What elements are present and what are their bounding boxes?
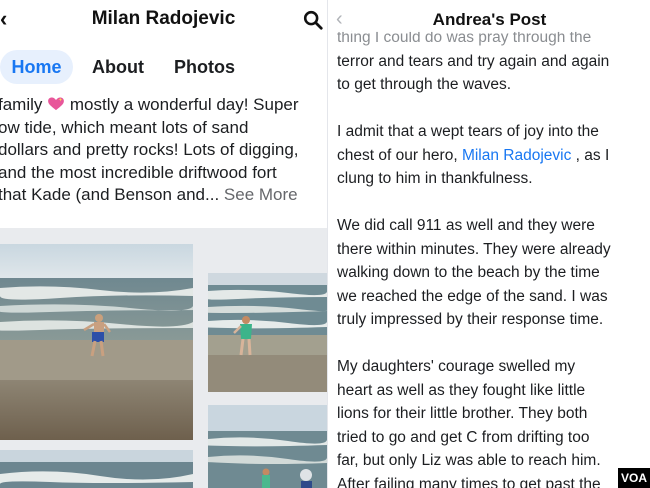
photo-grid <box>0 228 327 488</box>
post-text-line: truly impressed by their response time. <box>337 311 604 328</box>
search-icon[interactable] <box>302 9 324 31</box>
post-text: family mostly a wonderful day! Super ow … <box>0 94 327 207</box>
post-text-line: lions for their little brother. They bot… <box>337 405 588 422</box>
post-text-line: dollars and pretty rocks! Lots of diggin… <box>0 140 299 159</box>
voa-watermark: VOA <box>618 468 650 488</box>
post-text-line: chest of our hero, <box>337 146 462 164</box>
profile-panel: ‹ Milan Radojevic Home About Photos fami… <box>0 0 327 488</box>
post-header: ‹ Andrea's Post <box>328 0 650 32</box>
post-text-line: After failing many times to get past the <box>337 475 601 488</box>
tab-photos[interactable]: Photos <box>174 50 235 84</box>
post-text-line: to get through the waves. <box>337 76 512 93</box>
post-text-line: we reached the edge of the sand. I was <box>337 287 608 305</box>
post-text-line: mostly a wonderful day! Super <box>65 95 299 114</box>
profile-mention-link[interactable]: Milan Radojevic <box>462 147 571 164</box>
sparkling-heart-icon <box>48 97 65 111</box>
post-text-line: My daughters' courage swelled my <box>337 358 576 375</box>
post-text-line: I admit that a wept tears of joy into th… <box>337 123 599 140</box>
post-body: thing I could do was pray through the te… <box>337 26 650 488</box>
profile-header: ‹ Milan Radojevic <box>0 0 327 40</box>
post-text-line: terror and tears and try again and again <box>337 52 610 70</box>
post-text-line: family <box>0 95 43 114</box>
tab-home[interactable]: Home <box>0 50 73 84</box>
post-text-line: that Kade (and Benson and... <box>0 185 220 204</box>
post-text-line: heart as well as they fought like little <box>337 381 586 399</box>
post-text-line: there within minutes. They were already <box>337 240 611 258</box>
see-more-link[interactable]: See More <box>219 185 298 204</box>
post-text-line: We did call 911 as well and they were <box>337 217 595 234</box>
post-title: Andrea's Post <box>432 10 547 29</box>
profile-title: Milan Radojevic <box>91 8 236 29</box>
post-text-line: clung to him in thankfulness. <box>337 170 533 187</box>
post-text-line: ow tide, which meant lots of sand <box>0 117 249 137</box>
post-text-line: walking down to the beach by the time <box>337 264 600 281</box>
beach-photo[interactable] <box>208 273 327 392</box>
post-detail-panel: thing I could do was pray through the te… <box>327 0 650 488</box>
post-text-line: tried to go and get C from drifting too <box>337 428 590 446</box>
post-text-line: and the most incredible driftwood fort <box>0 162 277 182</box>
profile-tabs: Home About Photos <box>0 50 327 86</box>
beach-photo[interactable] <box>0 450 193 488</box>
post-text-line: far, but only Liz was able to reach him. <box>337 452 601 469</box>
beach-photo[interactable] <box>208 405 327 488</box>
tab-about[interactable]: About <box>92 50 144 84</box>
post-text-line: , as I <box>571 146 610 164</box>
beach-photo[interactable] <box>0 244 193 440</box>
